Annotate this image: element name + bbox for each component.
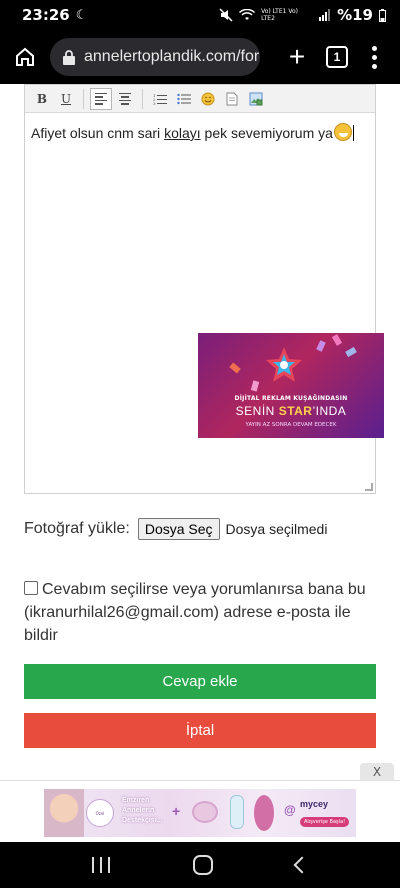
new-tab-button[interactable]: + xyxy=(282,42,312,72)
home-nav-button[interactable] xyxy=(192,855,213,875)
confetti-decoration xyxy=(316,340,326,352)
image-icon xyxy=(249,92,263,105)
align-center-icon xyxy=(119,92,131,105)
file-status: Dosya seçilmedi xyxy=(225,521,328,537)
recent-apps-icon xyxy=(99,857,102,873)
editor-toolbar: B U 123 xyxy=(25,85,375,113)
mute-icon xyxy=(219,8,233,22)
ad-line-2a: SENİN xyxy=(235,404,279,418)
back-button[interactable] xyxy=(293,856,311,874)
lock-icon xyxy=(63,50,75,65)
photo-upload-row: Fotoğraf yükle: Dosya Seç Dosya seçilmed… xyxy=(24,518,327,540)
inline-video-ad[interactable]: DİJİTAL REKLAM KUŞAĞINDASIN SENİN STAR’I… xyxy=(198,333,384,438)
bottom-ad-banner[interactable]: X Ozel Annelere Emziren Annelerin Destek… xyxy=(0,763,400,842)
ad-text-line: Annelerin xyxy=(122,807,155,814)
confetti-decoration xyxy=(331,334,343,346)
editor-text: Afiyet olsun cnm sari kolayı pek sevemiy… xyxy=(31,123,354,141)
baby-image xyxy=(44,789,84,837)
ad-creative[interactable]: Ozel Annelere Emziren Annelerin Destekçi… xyxy=(44,789,356,837)
toolbar-divider xyxy=(83,88,84,109)
wifi-icon xyxy=(239,9,256,20)
brand-logo: mycey xyxy=(300,799,329,809)
text-part-2: pek sevemiyorum ya xyxy=(200,125,333,141)
upload-label: Fotoğraf yükle: xyxy=(24,520,130,537)
battery-icon xyxy=(379,8,386,22)
bottle-image xyxy=(230,795,244,829)
star-logo-icon xyxy=(266,347,302,382)
ad-text-line: Destekçisi... xyxy=(122,817,163,824)
bullet-list-icon xyxy=(177,93,191,104)
email-notify-option: Cevabım seçilirse veya yorumlanırsa bana… xyxy=(24,578,376,647)
status-icons: Vo) LTE1 Vo) LTE2 %19 xyxy=(219,6,386,24)
ad-text-line: Emziren xyxy=(122,797,150,804)
browser-menu-button[interactable] xyxy=(364,42,384,72)
toolbar-divider xyxy=(142,88,143,109)
at-icon: @ xyxy=(284,803,296,817)
recent-apps-icon xyxy=(91,857,94,873)
cancel-button[interactable]: İptal xyxy=(24,713,376,748)
ordered-list-button[interactable]: 123 xyxy=(149,88,171,110)
svg-text:3: 3 xyxy=(153,101,156,105)
resize-handle[interactable] xyxy=(365,483,373,491)
confetti-decoration xyxy=(250,380,260,392)
bold-button[interactable]: B xyxy=(31,88,53,110)
system-nav-bar xyxy=(0,842,400,888)
pad-image xyxy=(254,795,274,831)
choose-file-button[interactable]: Dosya Seç xyxy=(137,518,220,540)
status-bar: 23:26 ☾ Vo) LTE1 Vo) LTE2 %19 xyxy=(0,0,400,30)
home-button[interactable] xyxy=(8,40,42,74)
ad-text: Emziren Annelerin Destekçisi... xyxy=(122,796,162,826)
ad-line-3: YAYIN AZ SONRA DEVAM EDECEK xyxy=(245,422,337,428)
ad-line-2c: ’INDA xyxy=(312,404,347,418)
shop-cta-button[interactable]: Alışverişe Başla! xyxy=(300,817,350,827)
align-center-button[interactable] xyxy=(114,88,136,110)
network-label: Vo) LTE1 Vo) LTE2 xyxy=(261,8,298,22)
bullet-list-button[interactable] xyxy=(173,88,195,110)
battery-level: %19 xyxy=(337,6,373,24)
page-content: B U 123 Afiyet olsun cnm sari kolayı pek… xyxy=(0,84,400,780)
underline-button[interactable]: U xyxy=(55,88,77,110)
home-icon xyxy=(16,47,34,66)
signal-icon xyxy=(319,9,331,21)
confetti-decoration xyxy=(229,362,241,374)
pillow-image xyxy=(192,801,218,823)
status-time: 23:26 xyxy=(22,6,70,24)
insert-image-button[interactable] xyxy=(245,88,267,110)
paste-button[interactable] xyxy=(221,88,243,110)
recent-apps-button[interactable] xyxy=(91,857,110,873)
close-ad-button[interactable]: X xyxy=(360,763,394,781)
confetti-decoration xyxy=(345,346,357,358)
grin-emoji-icon xyxy=(333,123,352,141)
smiley-icon xyxy=(201,92,215,105)
notify-label: Cevabım seçilirse veya yorumlanırsa bana… xyxy=(24,581,366,644)
text-caret xyxy=(352,125,354,141)
browser-toolbar: annelertoplandik.com/foru + 1 xyxy=(0,30,400,84)
align-left-icon xyxy=(95,92,107,105)
ad-line-1: DİJİTAL REKLAM KUŞAĞINDASIN xyxy=(234,395,348,402)
menu-dot xyxy=(371,63,377,69)
recent-apps-icon xyxy=(107,857,110,873)
menu-dot xyxy=(371,45,377,51)
ad-line-2: SENİN STAR’INDA xyxy=(198,404,384,418)
address-bar[interactable]: annelertoplandik.com/foru xyxy=(50,38,260,76)
add-reply-button[interactable]: Cevap ekle xyxy=(24,664,376,699)
url-text: annelertoplandik.com/foru xyxy=(84,48,260,65)
ad-line-2b: STAR xyxy=(278,404,313,418)
moon-icon: ☾ xyxy=(75,7,88,22)
emoji-button[interactable] xyxy=(197,88,219,110)
ad-badge: Ozel Annelere xyxy=(86,799,114,827)
plus-icon: + xyxy=(172,803,181,819)
tab-switcher-button[interactable]: 1 xyxy=(326,46,348,68)
align-left-button[interactable] xyxy=(90,87,112,110)
notify-checkbox[interactable] xyxy=(24,581,38,595)
ordered-list-icon: 123 xyxy=(153,93,167,105)
document-icon xyxy=(226,92,238,105)
text-underlined: kolayı xyxy=(164,125,201,141)
text-part-1: Afiyet olsun cnm sari xyxy=(31,125,165,141)
menu-dot xyxy=(371,54,377,60)
